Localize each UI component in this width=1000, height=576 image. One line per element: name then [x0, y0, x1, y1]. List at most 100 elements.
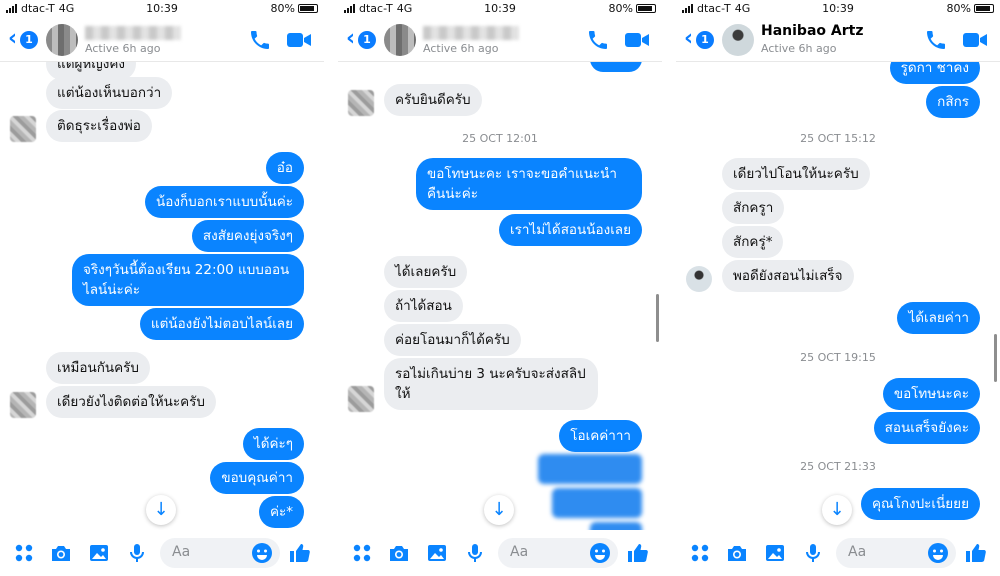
message-input[interactable]: Aa: [498, 538, 618, 568]
apps-grid-icon[interactable]: [350, 541, 374, 565]
gallery-icon[interactable]: [425, 541, 449, 565]
chat-panel-2: dtac-T 4G 10:39 80% ‹ 1 Active 6h ago ครั…: [338, 0, 662, 576]
message-list[interactable]: รูดกา ชาคง กสิกร 25 OCT 15:12 เดียวไปโอน…: [676, 62, 1000, 530]
message-outgoing[interactable]: เราไม่ได้สอนน้องเลย: [499, 214, 642, 246]
message-outgoing[interactable]: น้องก็บอกเราแบบนั้นค่ะ: [145, 186, 304, 218]
message-incoming[interactable]: ติดธุระเรื่องพ่อ: [46, 110, 152, 142]
message-input[interactable]: Aa: [160, 538, 280, 568]
blurred-message[interactable]: [538, 454, 642, 484]
message-outgoing[interactable]: สอนเสร็จยังคะ: [873, 412, 980, 444]
message-outgoing[interactable]: อ๋อ: [265, 152, 304, 184]
contact-name-blurred[interactable]: [85, 26, 181, 40]
message-outgoing[interactable]: กสิกร: [926, 86, 980, 118]
message-incoming[interactable]: ครับยินดีครับ: [384, 84, 482, 116]
scrollbar[interactable]: [656, 294, 659, 342]
message-incoming[interactable]: รอไม่เกินบ่าย 3 นะครับจะส่งสลิปให้: [384, 358, 598, 410]
battery-percent: 80%: [608, 2, 633, 15]
avatar[interactable]: [46, 24, 78, 56]
message-outgoing[interactable]: แต่น้องยังไม่ตอบไลน์เลย: [139, 308, 304, 340]
contact-avatar[interactable]: [10, 116, 36, 142]
message-outgoing[interactable]: ได้เลยค่าา: [897, 302, 980, 334]
avatar[interactable]: [722, 24, 754, 56]
message-list[interactable]: ครับยินดีครับ 25 OCT 12:01 ขอโทษนะคะ เรา…: [338, 62, 662, 530]
message-incoming[interactable]: ค่อยโอนมาก็ได้ครับ: [384, 324, 521, 356]
gallery-icon[interactable]: [763, 541, 787, 565]
thumbs-up-icon[interactable]: [288, 541, 312, 565]
phone-icon[interactable]: [586, 28, 610, 52]
composer-bar: Aa: [0, 530, 324, 576]
message-incoming[interactable]: เดียวยังไงติดต่อให้นะครับ: [46, 386, 216, 418]
message-outgoing[interactable]: คุณโกงปะเนี่ยยย: [861, 488, 980, 520]
message-incoming[interactable]: ได้เลยครับ: [384, 256, 468, 288]
microphone-icon[interactable]: [125, 541, 149, 565]
video-camera-icon[interactable]: [962, 30, 988, 50]
phone-icon[interactable]: [248, 28, 272, 52]
contact-name[interactable]: Hanibao Artz: [761, 23, 863, 39]
arrow-down-icon: ↓: [491, 499, 507, 520]
gallery-icon[interactable]: [87, 541, 111, 565]
message-outgoing[interactable]: ขอโทษนะคะ เราจะขอคำแนะนำคืนน่ะค่ะ: [416, 158, 642, 210]
message-outgoing[interactable]: สงสัยคงยุ่งจริงๆ: [191, 220, 304, 252]
conversation-header: ‹ 1 Hanibao Artz Active 6h ago: [676, 18, 1000, 62]
battery-icon: [636, 4, 656, 13]
scrollbar[interactable]: [994, 334, 997, 382]
blurred-message[interactable]: [552, 488, 642, 518]
apps-grid-icon[interactable]: [12, 541, 36, 565]
message-incoming[interactable]: พอดียังสอนไม่เสร็จ: [722, 260, 854, 292]
contact-avatar[interactable]: [348, 386, 374, 412]
contact-avatar[interactable]: [10, 392, 36, 418]
emoji-icon[interactable]: [926, 541, 950, 565]
message-outgoing[interactable]: โอเคค่าาา: [559, 420, 642, 452]
message-outgoing[interactable]: รูดกา ชาคง: [889, 62, 980, 84]
message-incoming[interactable]: แต่น้องเห็นบอกว่า: [46, 77, 173, 109]
message-outgoing-partial[interactable]: [590, 62, 642, 72]
scroll-down-button[interactable]: ↓: [146, 495, 176, 525]
back-chevron-icon[interactable]: ‹: [346, 28, 355, 50]
arrow-down-icon: ↓: [829, 499, 845, 520]
camera-icon[interactable]: [725, 541, 749, 565]
thumbs-up-icon[interactable]: [964, 541, 988, 565]
contact-name-blurred[interactable]: [423, 26, 519, 40]
battery-percent: 80%: [270, 2, 295, 15]
camera-icon[interactable]: [387, 541, 411, 565]
message-incoming[interactable]: ถ้าได้สอน: [384, 290, 463, 322]
back-chevron-icon[interactable]: ‹: [8, 28, 17, 50]
message-outgoing[interactable]: ได้ค่ะๆ: [242, 428, 304, 460]
scroll-down-button[interactable]: ↓: [484, 495, 514, 525]
back-chevron-icon[interactable]: ‹: [684, 28, 693, 50]
avatar[interactable]: [384, 24, 416, 56]
contact-avatar[interactable]: [348, 90, 374, 116]
message-list[interactable]: แต่ผู้หญิงคิง แต่น้องเห็นบอกว่า ติดธุระเ…: [0, 62, 324, 530]
message-incoming[interactable]: เหมือนกันครับ: [46, 352, 151, 384]
message-outgoing[interactable]: จริงๆวันนี้ต้องเรียน 22:00 แบบออนไลน์น่ะ…: [72, 254, 304, 306]
message-incoming[interactable]: เดียวไปโอนให้นะครับ: [722, 158, 870, 190]
video-camera-icon[interactable]: [286, 30, 312, 50]
status-bar: dtac-T 4G 10:39 80%: [676, 0, 1000, 18]
video-camera-icon[interactable]: [624, 30, 650, 50]
blurred-message[interactable]: [590, 522, 642, 530]
message-input-placeholder: Aa: [172, 544, 191, 560]
timestamp: 25 OCT 12:01: [462, 132, 538, 145]
contact-avatar[interactable]: [686, 266, 712, 292]
chat-panel-3: dtac-T 4G 10:39 80% ‹ 1 Hanibao Artz Acti…: [676, 0, 1000, 576]
message-input-placeholder: Aa: [510, 544, 529, 560]
scroll-down-button[interactable]: ↓: [822, 495, 852, 525]
panel-divider: [324, 0, 338, 576]
apps-grid-icon[interactable]: [688, 541, 712, 565]
unread-badge[interactable]: 1: [696, 31, 714, 49]
thumbs-up-icon[interactable]: [626, 541, 650, 565]
message-outgoing[interactable]: ขอโทษนะคะ: [882, 378, 980, 410]
emoji-icon[interactable]: [588, 541, 612, 565]
unread-badge[interactable]: 1: [20, 31, 38, 49]
phone-icon[interactable]: [924, 28, 948, 52]
microphone-icon[interactable]: [463, 541, 487, 565]
unread-badge[interactable]: 1: [358, 31, 376, 49]
message-outgoing[interactable]: ขอบคุณค่าา: [210, 462, 304, 494]
message-incoming[interactable]: สักครูา: [722, 192, 785, 224]
message-incoming[interactable]: สักครู่*: [722, 226, 784, 258]
camera-icon[interactable]: [49, 541, 73, 565]
message-outgoing[interactable]: ค่ะ*: [258, 496, 304, 528]
microphone-icon[interactable]: [801, 541, 825, 565]
emoji-icon[interactable]: [250, 541, 274, 565]
message-input[interactable]: Aa: [836, 538, 956, 568]
